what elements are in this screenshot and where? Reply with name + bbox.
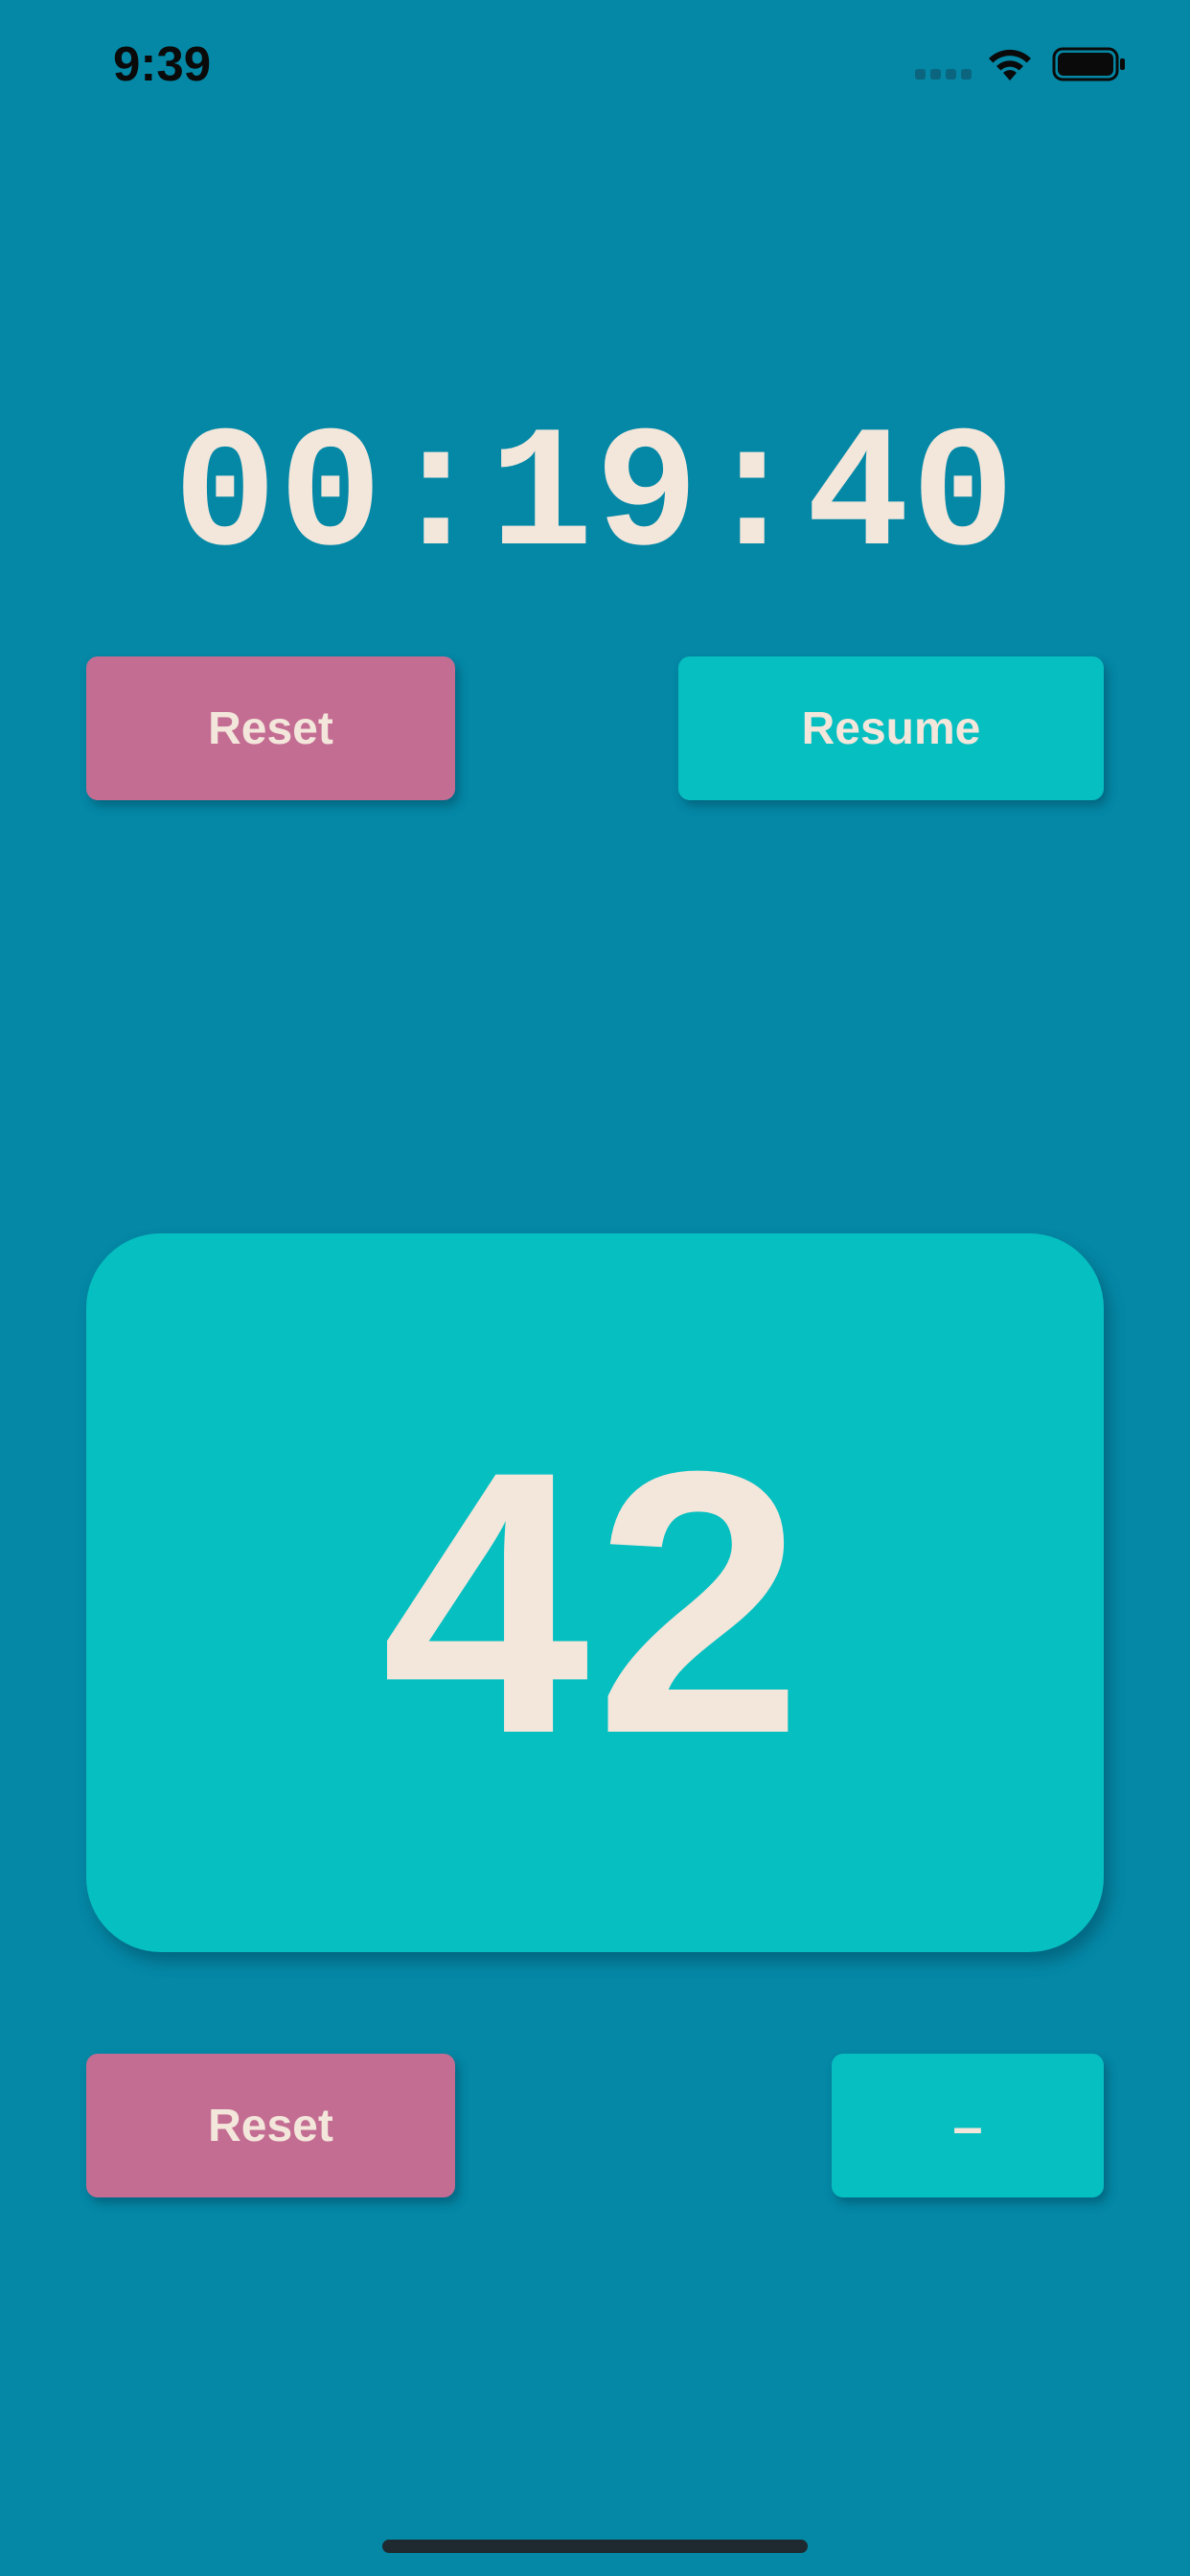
cellular-signal-icon	[915, 69, 973, 82]
counter-value: 42	[381, 1393, 809, 1811]
counter-decrement-button[interactable]: –	[832, 2054, 1104, 2197]
status-time: 9:39	[113, 36, 212, 91]
home-indicator[interactable]	[382, 2540, 808, 2553]
counter-card[interactable]: 42	[86, 1233, 1104, 1952]
timer-reset-button[interactable]: Reset	[86, 656, 455, 800]
timer-reset-label: Reset	[208, 702, 333, 754]
counter-decrement-label: –	[952, 2095, 983, 2156]
timer-resume-label: Resume	[801, 702, 981, 754]
timer-resume-button[interactable]: Resume	[678, 656, 1104, 800]
wifi-icon	[989, 49, 1031, 80]
timer-display: 00:19:40	[172, 401, 1018, 596]
counter-reset-label: Reset	[208, 2100, 333, 2151]
counter-reset-button[interactable]: Reset	[86, 2054, 455, 2197]
battery-icon	[1052, 47, 1125, 81]
